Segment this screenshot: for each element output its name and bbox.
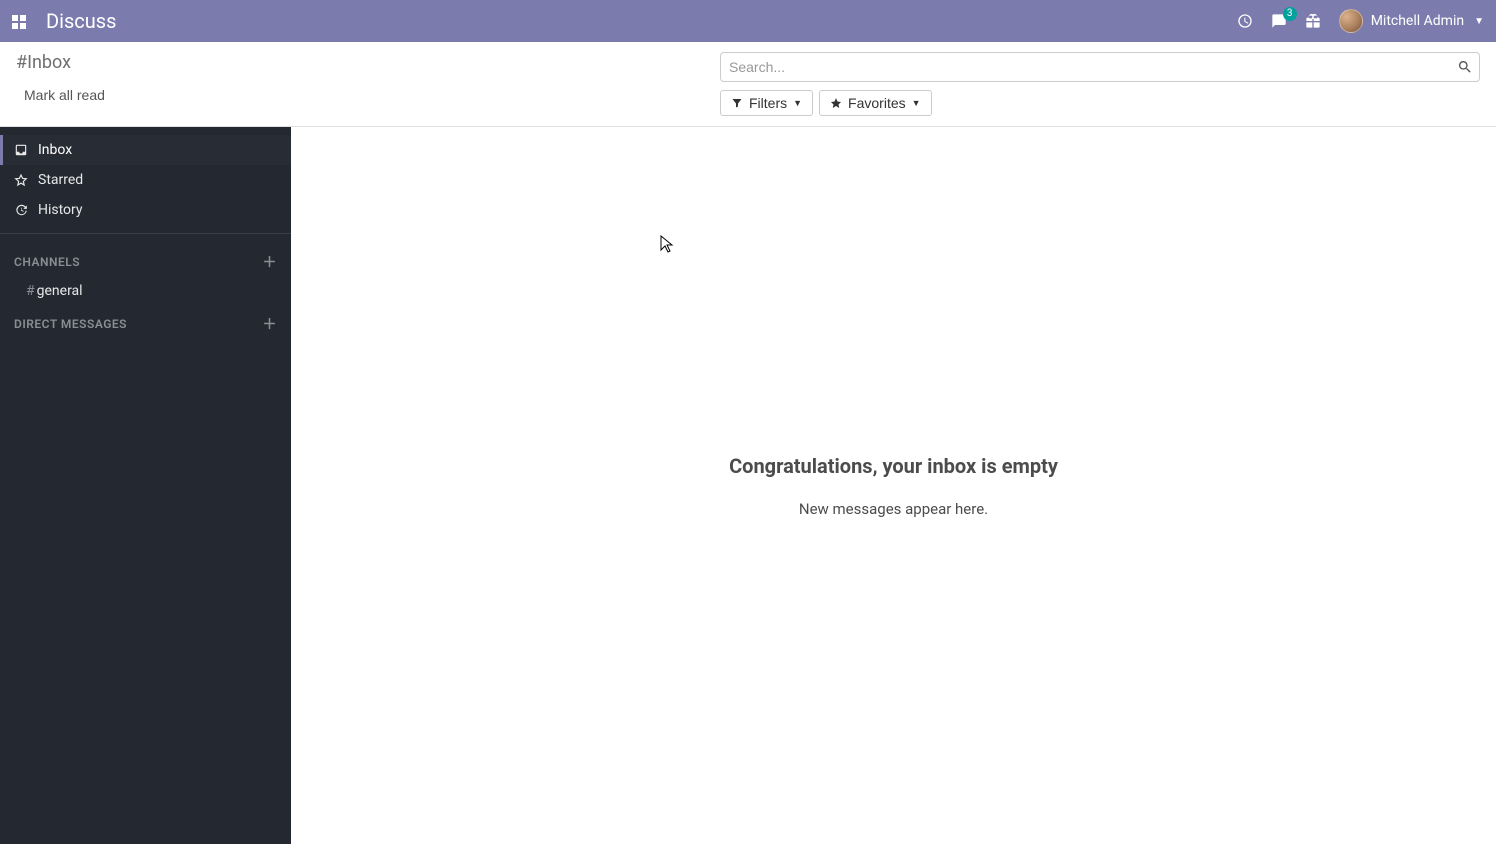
main: Inbox Starred History CHANNELS ＋ #genera… (0, 127, 1496, 844)
empty-title: Congratulations, your inbox is empty (729, 454, 1058, 478)
channel-name: general (37, 283, 83, 299)
sidebar: Inbox Starred History CHANNELS ＋ #genera… (0, 127, 291, 844)
add-dm-button[interactable]: ＋ (263, 314, 278, 334)
empty-subtitle: New messages appear here. (799, 500, 988, 518)
funnel-icon (731, 97, 743, 109)
user-name: Mitchell Admin (1371, 13, 1464, 29)
sidebar-item-label: Inbox (38, 142, 72, 158)
channels-header-label: CHANNELS (14, 255, 80, 269)
avatar (1339, 9, 1363, 33)
control-panel-right: Filters ▼ Favorites ▼ (720, 52, 1480, 126)
control-panel-left: #Inbox Mark all read (16, 52, 105, 126)
sidebar-item-inbox[interactable]: Inbox (0, 135, 291, 165)
navbar-left: Discuss (12, 9, 116, 33)
user-menu[interactable]: Mitchell Admin ▼ (1339, 9, 1484, 33)
control-panel: #Inbox Mark all read Filters ▼ Favorites… (0, 42, 1496, 127)
sidebar-item-starred[interactable]: Starred (0, 165, 291, 195)
filters-label: Filters (749, 95, 787, 111)
hash-icon: # (26, 283, 35, 299)
cursor-icon (660, 235, 674, 253)
content: Congratulations, your inbox is empty New… (291, 127, 1496, 844)
inbox-icon (14, 143, 28, 157)
add-channel-button[interactable]: ＋ (263, 252, 278, 272)
direct-messages-header: DIRECT MESSAGES ＋ (0, 304, 291, 340)
breadcrumb: #Inbox (16, 52, 105, 73)
search-icon[interactable] (1457, 59, 1473, 75)
search-wrapper (720, 52, 1480, 82)
filter-row: Filters ▼ Favorites ▼ (720, 90, 1480, 116)
search-input[interactable] (729, 59, 1449, 75)
divider (0, 233, 291, 234)
messages-icon[interactable]: 3 (1271, 13, 1287, 29)
sidebar-item-history[interactable]: History (0, 195, 291, 225)
filters-button[interactable]: Filters ▼ (720, 90, 813, 116)
star-icon (830, 97, 842, 109)
mark-all-read-button[interactable]: Mark all read (24, 87, 105, 103)
channels-header: CHANNELS ＋ (0, 242, 291, 278)
direct-messages-header-label: DIRECT MESSAGES (14, 317, 127, 331)
caret-down-icon: ▼ (912, 98, 921, 108)
favorites-label: Favorites (848, 95, 906, 111)
navbar: Discuss 3 Mitchell Admin ▼ (0, 0, 1496, 42)
history-icon (14, 203, 28, 217)
caret-down-icon: ▼ (793, 98, 802, 108)
clock-icon[interactable] (1237, 13, 1253, 29)
gift-icon[interactable] (1305, 13, 1321, 29)
app-title[interactable]: Discuss (46, 9, 116, 33)
channel-general[interactable]: #general (0, 278, 291, 304)
apps-icon[interactable] (12, 14, 26, 28)
navbar-right: 3 Mitchell Admin ▼ (1237, 9, 1484, 33)
star-outline-icon (14, 173, 28, 187)
caret-down-icon: ▼ (1474, 16, 1484, 27)
messages-badge: 3 (1283, 7, 1297, 21)
sidebar-item-label: Starred (38, 172, 83, 188)
favorites-button[interactable]: Favorites ▼ (819, 90, 932, 116)
sidebar-item-label: History (38, 202, 83, 218)
